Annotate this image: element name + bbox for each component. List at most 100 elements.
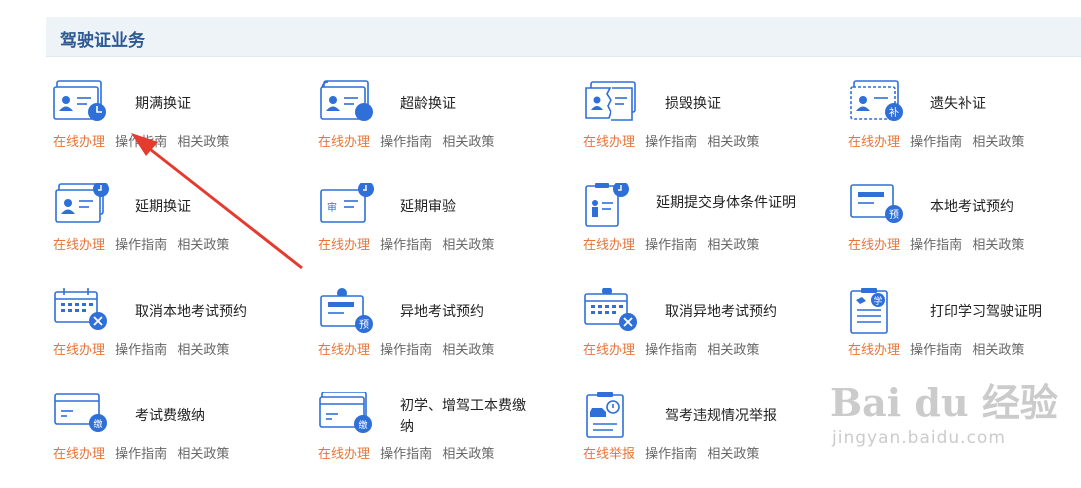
- fee-card-icon: 缴: [54, 393, 107, 432]
- license-age-icon: [320, 80, 373, 121]
- svg-text:审: 审: [327, 201, 337, 214]
- guide-link[interactable]: 操作指南: [645, 343, 697, 358]
- guide-link[interactable]: 操作指南: [380, 343, 432, 358]
- service-links: 在线办理 操作指南 相关政策: [53, 443, 235, 462]
- policy-link[interactable]: 相关政策: [972, 238, 1024, 253]
- online-handle-link[interactable]: 在线办理: [318, 238, 370, 253]
- guide-link[interactable]: 操作指南: [645, 447, 697, 462]
- policy-link[interactable]: 相关政策: [707, 135, 759, 150]
- online-handle-link[interactable]: 在线办理: [848, 135, 900, 150]
- service-title: 驾考违规情况举报: [665, 408, 777, 424]
- online-handle-link[interactable]: 在线办理: [848, 238, 900, 253]
- service-links: 在线办理 操作指南 相关政策: [318, 339, 500, 358]
- service-title: 取消异地考试预约: [665, 304, 777, 320]
- service-title: 期满换证: [135, 96, 191, 112]
- service-title: 打印学习驾驶证明: [930, 304, 1042, 320]
- policy-link[interactable]: 相关政策: [707, 238, 759, 253]
- guide-link[interactable]: 操作指南: [380, 135, 432, 150]
- review-extend-icon: 审: [320, 183, 374, 223]
- policy-link[interactable]: 相关政策: [177, 135, 229, 150]
- policy-link[interactable]: 相关政策: [177, 447, 229, 462]
- damaged-license-icon: [585, 81, 636, 121]
- policy-link[interactable]: 相关政策: [177, 238, 229, 253]
- guide-link[interactable]: 操作指南: [645, 238, 697, 253]
- service-links: 在线办理 操作指南 相关政策: [848, 339, 1030, 358]
- svg-text:预: 预: [359, 319, 369, 331]
- online-handle-link[interactable]: 在线办理: [583, 135, 635, 150]
- policy-link[interactable]: 相关政策: [707, 343, 759, 358]
- online-handle-link[interactable]: 在线办理: [583, 238, 635, 253]
- exam-booking-icon: 预: [850, 184, 903, 223]
- license-clock-icon: [53, 80, 106, 121]
- guide-link[interactable]: 操作指南: [115, 238, 167, 253]
- license-fee-icon: 缴: [319, 392, 372, 433]
- online-handle-link[interactable]: 在线办理: [318, 135, 370, 150]
- online-handle-link[interactable]: 在线办理: [53, 447, 105, 462]
- online-handle-link[interactable]: 在线办理: [53, 238, 105, 253]
- service-links: 在线举报 操作指南 相关政策: [583, 443, 765, 462]
- online-handle-link[interactable]: 在线办理: [583, 343, 635, 358]
- service-title: 异地考试预约: [400, 304, 484, 320]
- svg-text:预: 预: [889, 209, 899, 221]
- service-card-extend-renewal: 延期换证 在线办理 操作指南 相关政策: [53, 183, 313, 279]
- online-handle-link[interactable]: 在线办理: [318, 447, 370, 462]
- guide-link[interactable]: 操作指南: [910, 343, 962, 358]
- online-handle-link[interactable]: 在线办理: [53, 135, 105, 150]
- service-title: 初学、增驾工本费缴纳: [400, 398, 526, 435]
- service-links: 在线办理 操作指南 相关政策: [53, 131, 235, 150]
- health-proof-icon: [585, 183, 629, 227]
- policy-link[interactable]: 相关政策: [442, 447, 494, 462]
- service-title: 取消本地考试预约: [135, 304, 247, 320]
- policy-link[interactable]: 相关政策: [972, 343, 1024, 358]
- service-links: 在线办理 操作指南 相关政策: [53, 339, 235, 358]
- service-links: 在线办理 操作指南 相关政策: [583, 234, 765, 253]
- service-card-extend-health-proof: 延期提交身体条件证明 在线办理 操作指南 相关政策: [583, 183, 843, 279]
- guide-link[interactable]: 操作指南: [380, 238, 432, 253]
- service-links: 在线办理 操作指南 相关政策: [848, 131, 1030, 150]
- online-handle-link[interactable]: 在线办理: [53, 343, 105, 358]
- location-booking-icon: 预: [320, 288, 373, 333]
- service-links: 在线办理 操作指南 相关政策: [53, 234, 235, 253]
- policy-link[interactable]: 相关政策: [442, 135, 494, 150]
- guide-link[interactable]: 操作指南: [645, 135, 697, 150]
- online-handle-link[interactable]: 在线办理: [848, 343, 900, 358]
- service-title: 考试费缴纳: [135, 408, 205, 424]
- policy-link[interactable]: 相关政策: [442, 343, 494, 358]
- svg-text:缴: 缴: [93, 418, 102, 430]
- svg-text:补: 补: [889, 106, 899, 119]
- guide-link[interactable]: 操作指南: [115, 135, 167, 150]
- policy-link[interactable]: 相关政策: [442, 238, 494, 253]
- service-card-extend-review: 审 延期审验 在线办理 操作指南 相关政策: [318, 183, 578, 279]
- svg-text:学: 学: [873, 295, 882, 307]
- service-title: 延期提交身体条件证明: [656, 195, 796, 211]
- service-title: 损毁换证: [665, 96, 721, 112]
- calendar-location-cancel-icon: [584, 288, 637, 331]
- service-card-renewal-expiry: 期满换证 在线办理 操作指南 相关政策: [53, 80, 313, 176]
- guide-link[interactable]: 操作指南: [115, 343, 167, 358]
- svg-text:缴: 缴: [358, 419, 367, 431]
- calendar-cancel-icon: [54, 288, 107, 330]
- guide-link[interactable]: 操作指南: [115, 447, 167, 462]
- service-title: 遗失补证: [930, 96, 986, 112]
- service-card-license-fee: 缴 初学、增驾工本费缴纳 在线办理 操作指南 相关政策: [318, 392, 578, 488]
- guide-link[interactable]: 操作指南: [910, 135, 962, 150]
- service-title: 本地考试预约: [930, 199, 1014, 215]
- service-title: 超龄换证: [400, 96, 456, 112]
- online-handle-link[interactable]: 在线办理: [318, 343, 370, 358]
- guide-link[interactable]: 操作指南: [380, 447, 432, 462]
- service-title: 延期换证: [135, 199, 191, 215]
- policy-link[interactable]: 相关政策: [707, 447, 759, 462]
- online-report-link[interactable]: 在线举报: [583, 447, 635, 462]
- study-permit-icon: 学: [850, 288, 888, 334]
- service-grid: 期满换证 在线办理 操作指南 相关政策 超龄换证 在线办理 操作指南 相关政策: [0, 0, 1081, 466]
- policy-link[interactable]: 相关政策: [972, 135, 1024, 150]
- service-links: 在线办理 操作指南 相关政策: [318, 234, 500, 253]
- service-card-renewal-damaged: 损毁换证 在线办理 操作指南 相关政策: [583, 80, 843, 176]
- guide-link[interactable]: 操作指南: [910, 238, 962, 253]
- service-card-exam-fee: 缴 考试费缴纳 在线办理 操作指南 相关政策: [53, 392, 313, 488]
- service-card-exam-violation-report: 驾考违规情况举报 在线举报 操作指南 相关政策: [583, 392, 843, 488]
- service-links: 在线办理 操作指南 相关政策: [583, 339, 765, 358]
- license-extend-icon: [55, 183, 109, 223]
- service-title: 延期审验: [400, 199, 456, 215]
- policy-link[interactable]: 相关政策: [177, 343, 229, 358]
